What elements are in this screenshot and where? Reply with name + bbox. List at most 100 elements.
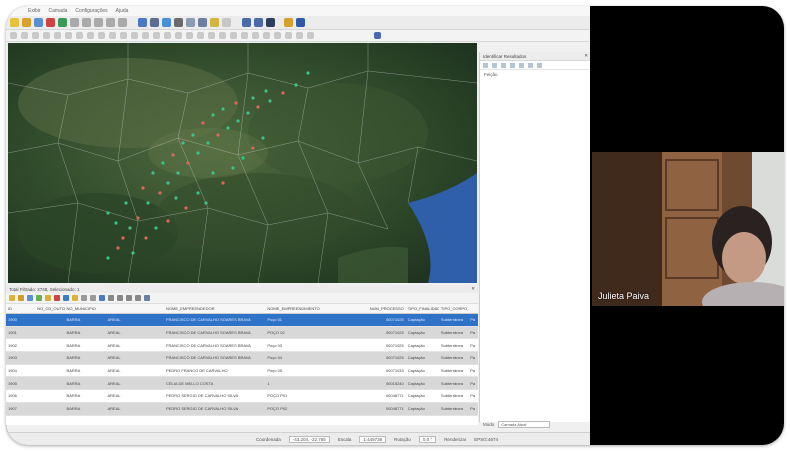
table-cell[interactable]: Pa	[468, 355, 478, 360]
table-cell[interactable]: Subterrânea	[439, 317, 468, 322]
add-row-icon[interactable]	[45, 295, 51, 301]
merge-icon[interactable]	[252, 32, 259, 39]
table-cell[interactable]: FRANCISCO DE CARVALHO SOARES BRAVA	[164, 317, 265, 322]
table-cell[interactable]: 1907	[6, 406, 35, 411]
table-cell[interactable]: AREAL	[106, 317, 165, 322]
fill-ring-icon[interactable]	[285, 32, 292, 39]
move-selection-top-icon[interactable]	[99, 295, 105, 301]
cut-icon[interactable]	[65, 32, 72, 39]
table-cell[interactable]: 00015240	[367, 381, 406, 386]
zoom-full-icon[interactable]	[94, 18, 103, 27]
field-calculator-icon[interactable]	[186, 18, 195, 27]
select-by-expression-icon[interactable]	[72, 295, 78, 301]
table-cell[interactable]: 00071025	[367, 343, 406, 348]
label-move-icon[interactable]	[153, 32, 160, 39]
undo-icon[interactable]	[98, 32, 105, 39]
save-icon[interactable]	[27, 295, 33, 301]
table-cell[interactable]: Poço 03	[265, 343, 366, 348]
multi-edit-icon[interactable]	[18, 295, 24, 301]
open-project-icon[interactable]	[22, 18, 31, 27]
table-row[interactable]: 1901 BARRA AREAL FRANCISCO DE CARVALHO SOAR…	[6, 326, 478, 340]
offset-icon[interactable]	[219, 32, 226, 39]
menu-item[interactable]: Configurações	[75, 8, 107, 14]
table-cell[interactable]: Pa	[468, 317, 478, 322]
table-cell[interactable]: Subterrânea	[439, 393, 468, 398]
digitize-shape-icon[interactable]	[208, 32, 215, 39]
coordinate-field[interactable]: -43.204, -22.765	[288, 436, 330, 443]
map-canvas[interactable]	[8, 43, 477, 283]
table-cell[interactable]: BARRA	[65, 368, 106, 373]
table-cell[interactable]: Subterrânea	[439, 406, 468, 411]
invert-selection-icon[interactable]	[90, 295, 96, 301]
table-cell[interactable]: Captação	[406, 317, 439, 322]
menu-item[interactable]: Ajuda	[116, 8, 129, 14]
table-cell[interactable]: 00071025	[367, 317, 406, 322]
table-cell[interactable]: BARRA	[65, 317, 106, 322]
expand-tree-icon[interactable]	[483, 62, 488, 68]
select-icon[interactable]	[222, 18, 231, 27]
table-row[interactable]: 1902 BARRA AREAL FRANCISCO DE CARVALHO SOAR…	[6, 339, 478, 353]
zoom-layer-icon[interactable]	[106, 18, 115, 27]
table-cell[interactable]: FRANCISCO DE CARVALHO SOARES BRAVA	[164, 330, 265, 335]
table-row[interactable]: 1906 BARRA AREAL PEDRO SERGIO DE CARVALHO S…	[6, 390, 478, 403]
filter-icon[interactable]	[63, 295, 69, 301]
table-cell[interactable]: AREAL	[106, 368, 165, 373]
table-cell[interactable]: 00071025	[367, 355, 406, 360]
table-cell[interactable]: 1905	[6, 381, 35, 386]
zoom-last-icon[interactable]	[254, 18, 263, 27]
simplify-icon[interactable]	[274, 32, 281, 39]
participant-video-tile[interactable]: Julieta Paiva	[592, 152, 784, 306]
table-cell[interactable]: 1900	[6, 317, 35, 322]
clear-results-icon[interactable]	[510, 62, 515, 68]
column-header[interactable]: NOME_EMPREENDEDOR	[164, 306, 265, 311]
help-icon[interactable]	[374, 32, 381, 39]
rotate-icon[interactable]	[263, 32, 270, 39]
mode-select[interactable]: Camada Atual	[498, 420, 551, 428]
table-cell[interactable]: 1903	[6, 355, 35, 360]
add-ring-icon[interactable]	[296, 32, 303, 39]
table-cell[interactable]: 00048771	[367, 393, 406, 398]
table-cell[interactable]: PEDRO SERGIO DE CARVALHO SILVA	[164, 393, 265, 398]
table-cell[interactable]: Captação	[406, 355, 439, 360]
diagram-icon[interactable]	[186, 32, 193, 39]
table-cell[interactable]: Subterrânea	[439, 355, 468, 360]
table-cell[interactable]: BARRA	[65, 406, 106, 411]
table-cell[interactable]: 1	[265, 381, 366, 386]
table-cell[interactable]: Subterrânea	[439, 368, 468, 373]
table-cell[interactable]: Pa	[468, 393, 478, 398]
reload-icon[interactable]	[36, 295, 42, 301]
python-console-icon[interactable]	[296, 18, 305, 27]
snapping-icon[interactable]	[197, 32, 204, 39]
add-feature-icon[interactable]	[32, 32, 39, 39]
select-all-icon[interactable]	[81, 295, 87, 301]
column-header[interactable]: NUM_PROCESSO	[367, 306, 406, 311]
pan-to-selected-icon[interactable]	[108, 295, 114, 301]
scale-field[interactable]: 1:449738	[359, 436, 387, 443]
table-row[interactable]: 1900 BARRA AREAL FRANCISCO DE CARVALHO SOAR…	[6, 314, 478, 327]
table-cell[interactable]: AREAL	[106, 343, 165, 348]
table-cell[interactable]: Captação	[406, 368, 439, 373]
reshape-icon[interactable]	[230, 32, 237, 39]
table-cell[interactable]: Poço 01	[265, 317, 366, 322]
save-project-icon[interactable]	[34, 18, 43, 27]
table-cell[interactable]: Captação	[406, 330, 439, 335]
table-cell[interactable]: Subterrânea	[439, 343, 468, 348]
table-cell[interactable]: BARRA	[65, 393, 106, 398]
close-attribute-table-icon[interactable]: ✕	[471, 286, 475, 292]
zoom-native-icon[interactable]	[242, 18, 251, 27]
table-cell[interactable]: Pa	[468, 368, 478, 373]
column-header[interactable]: ID	[6, 306, 35, 311]
split-icon[interactable]	[241, 32, 248, 39]
table-cell[interactable]: 1906	[6, 393, 35, 398]
crs-button[interactable]: EPSG:4674	[474, 437, 498, 442]
menu-item[interactable]: Camada	[49, 8, 68, 14]
table-cell[interactable]: CÉLIA DE MELLO COSTA	[164, 381, 265, 386]
table-cell[interactable]: Poço 04	[265, 355, 366, 360]
statistics-icon[interactable]	[162, 18, 171, 27]
table-cell[interactable]: PEDRO FRANCO DE CARVALHO	[164, 368, 265, 373]
label-pin-icon[interactable]	[131, 32, 138, 39]
table-cell[interactable]: FRANCISCO DE CARVALHO SOARES BRAVA	[164, 355, 265, 360]
table-cell[interactable]: 00071033	[367, 368, 406, 373]
table-cell[interactable]: Pa	[468, 330, 478, 335]
refresh-icon[interactable]	[118, 18, 127, 27]
